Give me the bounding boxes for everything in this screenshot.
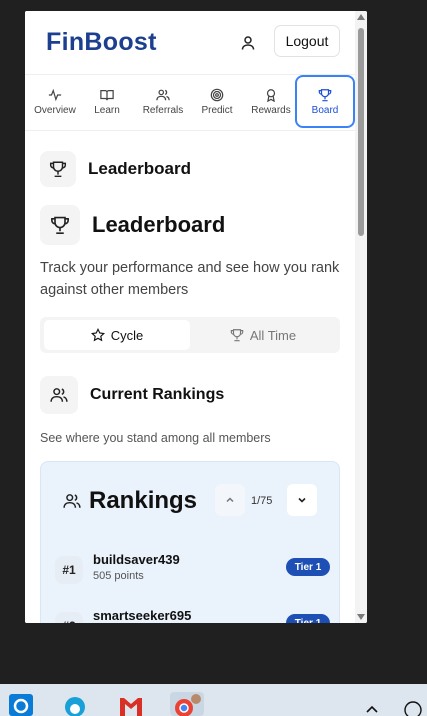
member-name: smartseeker695 [93,608,192,623]
award-icon [266,89,276,102]
windows-search-icon[interactable] [8,692,34,716]
rankings-title: Rankings [63,487,197,515]
leaderboard-header: Leaderboard [40,151,191,187]
users-icon-box [40,376,78,414]
star-icon [90,328,105,342]
trophy-icon [51,216,69,234]
ranking-row[interactable]: #2 smartseeker695 Tier 1 [51,608,330,623]
scrollbar-thumb[interactable] [358,28,364,236]
member-name: buildsaver439 [93,552,180,567]
logo: FinBoost [46,28,157,56]
tier-badge: Tier 1 [286,614,330,623]
tab-predict[interactable]: Predict [195,75,239,129]
prev-page-button[interactable] [215,484,245,516]
tab-label: Board [311,104,339,116]
trophy-icon-box [40,205,80,245]
rankings-panel: Rankings 1/75 #1 buildsaver439 505 point… [40,461,340,623]
user-icon[interactable] [240,35,256,51]
tier-badge: Tier 1 [286,558,330,576]
next-page-button[interactable] [287,484,317,516]
users-icon [50,388,68,402]
scrollbar[interactable] [355,11,367,623]
card-title: Leaderboard [92,212,226,237]
section-description: See where you stand among all members [40,431,271,445]
chrome-icon[interactable] [170,692,204,716]
tab-label: Rewards [251,105,291,116]
trophy-icon [230,329,244,342]
period-toggle: Cycle All Time [40,317,340,353]
panel-title: Rankings [89,487,198,514]
scroll-down-icon[interactable] [357,614,365,620]
tab-learn[interactable]: Learn [85,75,129,129]
toggle-cycle[interactable]: Cycle [44,320,190,350]
rank-number: #1 [55,556,83,584]
nav-tabs: Overview Learn Referrals Predict Rewards… [25,74,355,131]
section-title: Current Rankings [90,386,225,403]
tab-board[interactable]: Board [295,75,355,128]
card-header: Leaderboard [40,205,340,245]
users-icon [156,89,170,101]
toggle-alltime[interactable]: All Time [190,320,336,350]
card-description: Track your performance and see how you r… [40,260,340,298]
rank-number: #2 [55,612,83,623]
tab-label: Referrals [142,105,184,116]
activity-icon [48,88,62,102]
trophy-icon [318,88,332,101]
ranking-row[interactable]: #1 buildsaver439 505 points Tier 1 [51,552,330,592]
toggle-label: All Time [249,327,297,343]
tab-referrals[interactable]: Referrals [137,75,189,129]
chevron-up-icon [226,497,234,503]
leaderboard-card: Leaderboard Track your performance and s… [40,205,340,315]
users-icon [63,494,81,508]
tab-label: Overview [34,105,76,116]
popup-content: FinBoost Logout Overview Learn Referrals [25,11,355,623]
section-title: Leaderboard [88,159,191,178]
taskbar [0,684,427,716]
current-rankings-header: Current Rankings [40,376,224,414]
trophy-icon [49,161,67,178]
edge-browser-icon[interactable] [62,692,88,716]
chevron-down-icon [298,497,306,503]
member-points: 505 points [93,570,144,582]
target-icon [210,88,224,102]
extension-popup: FinBoost Logout Overview Learn Referrals [25,11,367,623]
chevron-up-icon[interactable] [365,692,379,716]
tab-rewards[interactable]: Rewards [245,75,297,129]
tab-label: Learn [94,105,120,116]
logout-button[interactable]: Logout [274,25,340,57]
tab-label: Predict [201,105,233,116]
book-icon [100,90,114,101]
scroll-up-icon[interactable] [357,14,365,20]
page-count: 1/75 [251,495,273,507]
header: FinBoost Logout [25,11,355,73]
tab-overview[interactable]: Overview [31,75,79,129]
toggle-label: Cycle [110,327,144,343]
gmail-icon[interactable] [118,692,144,716]
system-tray-icon[interactable] [400,692,426,716]
trophy-icon-box [40,151,76,187]
